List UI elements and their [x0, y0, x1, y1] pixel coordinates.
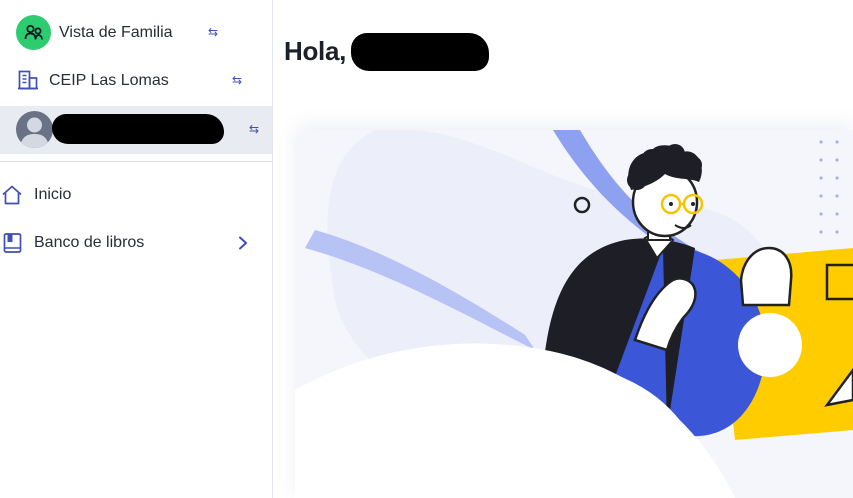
- sidebar-item-banco-de-libros[interactable]: Banco de libros: [0, 223, 272, 263]
- school-label: CEIP Las Lomas: [49, 72, 169, 89]
- chevron-right-icon[interactable]: [237, 236, 249, 255]
- sidebar-item-label: Banco de libros: [34, 234, 145, 251]
- school-selector[interactable]: CEIP Las Lomas ⇆: [0, 60, 272, 102]
- swap-icon[interactable]: ⇆: [208, 26, 218, 38]
- sidebar-divider: [0, 161, 272, 162]
- redacted-greeting-name: [351, 33, 489, 71]
- book-icon: [3, 232, 23, 259]
- swap-icon[interactable]: ⇆: [249, 123, 259, 135]
- home-icon: [1, 184, 23, 211]
- family-icon: [16, 15, 51, 50]
- family-view-selector[interactable]: Vista de Familia ⇆: [0, 14, 272, 54]
- page-title: Hola,: [284, 36, 347, 66]
- redacted-user-name: [52, 114, 224, 144]
- swap-icon[interactable]: ⇆: [232, 74, 242, 86]
- app-window: Vista de Familia ⇆ CEIP Las Lomas ⇆ ⇆ In…: [0, 0, 853, 498]
- welcome-illustration: [295, 130, 853, 498]
- family-view-label: Vista de Familia: [59, 24, 173, 41]
- user-avatar: [16, 111, 53, 148]
- sidebar-item-inicio[interactable]: Inicio: [0, 175, 272, 215]
- sidebar: Vista de Familia ⇆ CEIP Las Lomas ⇆ ⇆ In…: [0, 0, 273, 498]
- user-selector[interactable]: ⇆: [0, 106, 272, 154]
- sidebar-item-label: Inicio: [34, 186, 72, 203]
- main-content: Hola,: [273, 0, 853, 498]
- building-icon: [17, 69, 39, 96]
